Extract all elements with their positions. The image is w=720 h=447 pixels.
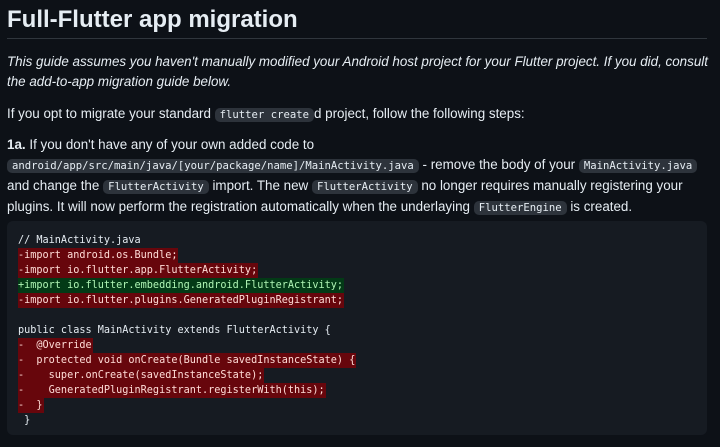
code-line: public class MainActivity extends Flutte… (18, 325, 331, 336)
code-line: +import io.flutter.embedding.android.Flu… (18, 278, 345, 293)
migration-instructions: If you opt to migrate your standard flut… (7, 104, 712, 125)
inline-code-flutterengine: FlutterEngine (473, 201, 567, 215)
code-line: -import io.flutter.app.FlutterActivity; (18, 263, 259, 278)
code-block[interactable]: // MainActivity.java -import android.os.B… (7, 221, 707, 435)
code-line: // MainActivity.java (18, 235, 141, 246)
code-line: - } (18, 398, 44, 413)
step-text-1: If you don't have any of your own added … (25, 137, 315, 152)
inline-code-mainactivity-path: android/app/src/main/java/[your/package/… (7, 159, 419, 173)
code-line: - GeneratedPluginRegistrant.registerWith… (18, 383, 326, 398)
inline-code-mainactivity-file: MainActivity.java (578, 159, 698, 173)
step-number: 1a. (7, 137, 26, 152)
code-line: - @Override (18, 338, 93, 353)
code-line: -import android.os.Bundle; (18, 248, 179, 263)
step-text-4: import. The new (208, 178, 312, 193)
code-line: - super.onCreate(savedInstanceState); (18, 368, 265, 383)
step-text-2: - remove the body of your (418, 157, 579, 172)
page-content: Full-Flutter app migration This guide as… (7, 0, 708, 435)
opt-text-after: d project, follow the following steps: (313, 106, 525, 121)
inline-code-flutteractivity: FlutterActivity (103, 180, 209, 194)
code-diff: // MainActivity.java -import android.os.B… (18, 233, 357, 428)
step-text-3: and change the (7, 178, 104, 193)
code-line: -import io.flutter.plugins.GeneratedPlug… (18, 293, 345, 308)
opt-text-before: If you opt to migrate your standard (7, 106, 215, 121)
step-text-6: is created. (566, 199, 633, 214)
code-line: - protected void onCreate(Bundle savedIn… (18, 353, 357, 368)
intro-paragraph: This guide assumes you haven't manually … (7, 54, 708, 89)
inline-code-flutter-create: flutter create (214, 108, 314, 122)
code-line: } (18, 415, 31, 426)
step-1a-paragraph: 1a. If you don't have any of your own ad… (7, 135, 712, 218)
inline-code-flutteractivity-new: FlutterActivity (311, 180, 418, 194)
page-title: Full-Flutter app migration (7, 0, 707, 39)
